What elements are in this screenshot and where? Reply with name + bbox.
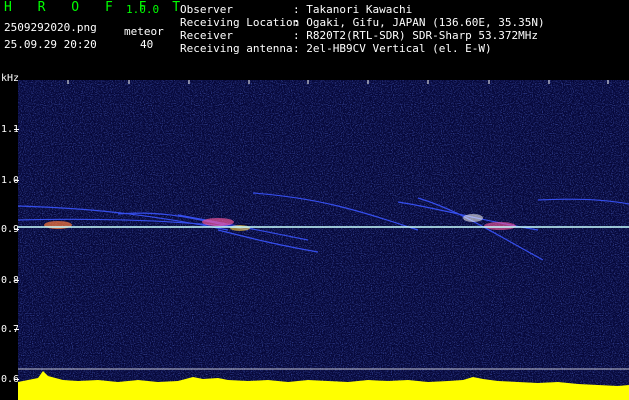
info-antenna: Receiving antenna: 2el-HB9CV Vertical (e… (180, 42, 492, 55)
echo-hotspot (230, 225, 250, 231)
app-version: 1.0.0 (126, 3, 160, 16)
meteor-count: 40 (140, 38, 154, 51)
app-title: H R O F F T (4, 0, 190, 15)
y-tick (14, 129, 19, 130)
y-tick (14, 329, 19, 330)
echo-hotspot (484, 222, 516, 230)
info-receiver: Receiver: R820T2(RTL-SDR) SDR-Sharp 53.3… (180, 29, 539, 42)
y-tick (14, 280, 19, 281)
image-filename: 2509292020.png (4, 21, 97, 34)
info-location: Receiving Location: Ogaki, Gifu, JAPAN (… (180, 16, 545, 29)
info-observer: Observer: Takanori Kawachi (180, 3, 413, 16)
y-tick (14, 229, 19, 230)
spectrogram-plot (18, 80, 629, 400)
echo-hotspot (202, 218, 234, 226)
spectrogram-canvas (18, 80, 629, 400)
echo-hotspot (44, 221, 72, 229)
meteor-label: meteor (124, 25, 164, 38)
echo-hotspot (463, 214, 483, 222)
y-axis-unit: kHz (1, 73, 20, 84)
noise-texture (18, 80, 629, 400)
y-tick (14, 180, 19, 181)
timestamp: 25.09.29 20:20 (4, 38, 97, 51)
hrofft-window: H R O F F T 1.0.0 2509292020.png 25.09.2… (0, 0, 629, 400)
y-tick (14, 379, 19, 380)
